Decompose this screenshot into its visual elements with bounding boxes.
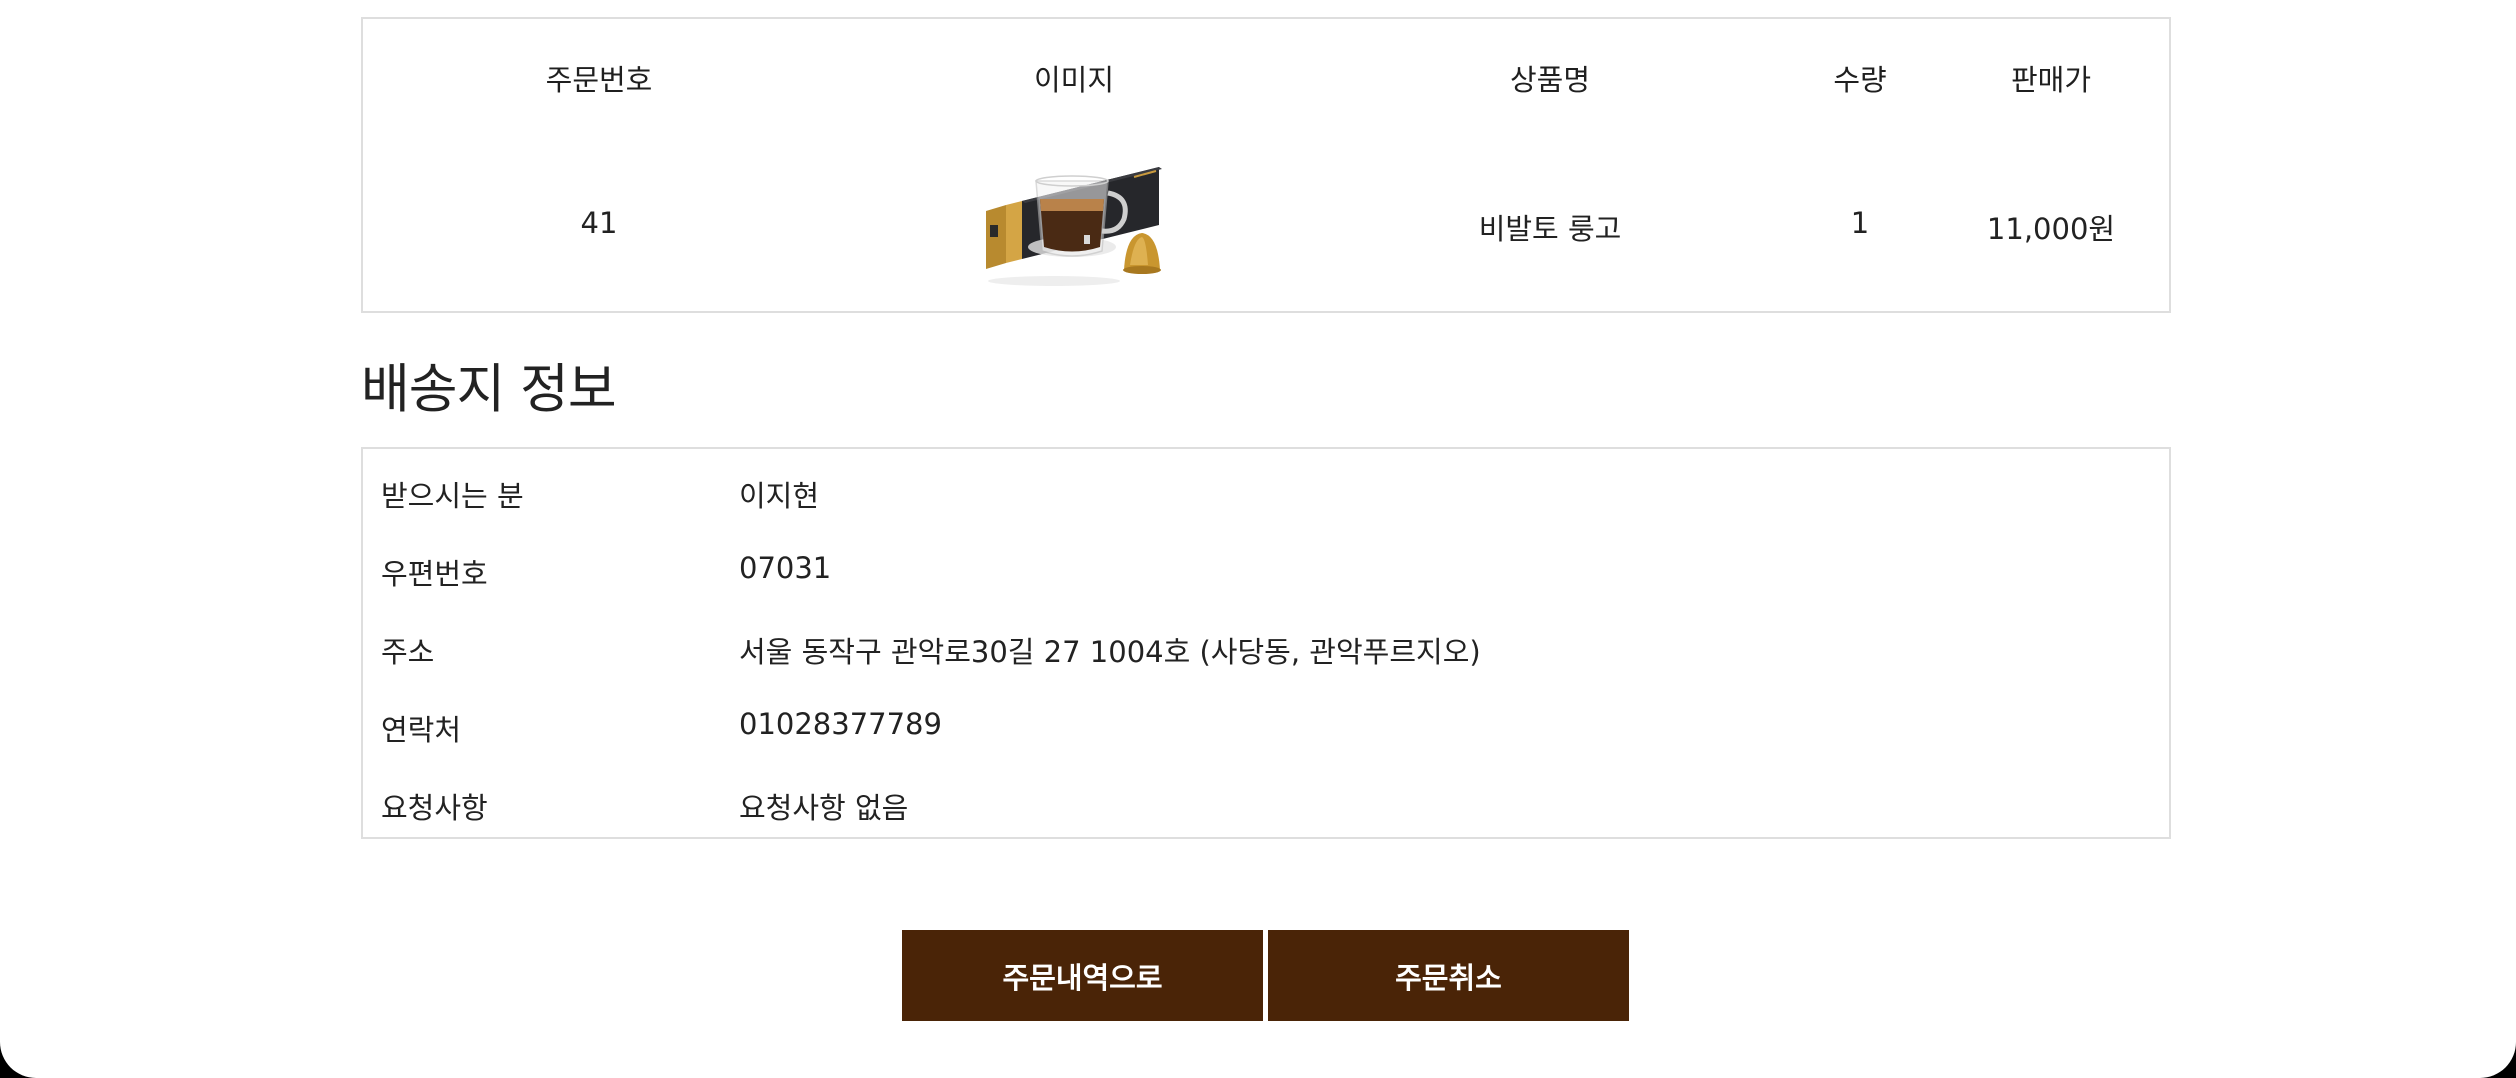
recipient-label: 받으시는 분 xyxy=(381,479,524,513)
header-image: 이미지 xyxy=(1033,63,1115,97)
shipping-row-recipient: 받으시는 분 이지현 xyxy=(363,451,2169,529)
shipping-row-postal-code: 우편번호 07031 xyxy=(363,529,2169,607)
request-value: 요청사항 없음 xyxy=(739,791,909,825)
header-price: 판매가 xyxy=(2010,63,2092,97)
header-order-number: 주문번호 xyxy=(545,63,653,97)
order-items-table: 주문번호 이미지 상품명 수량 판매가 41 비발토 룽고 1 11,000원 xyxy=(361,17,2171,313)
quantity-cell: 1 xyxy=(1850,206,1870,240)
product-image xyxy=(984,115,1163,294)
phone-label: 연락처 xyxy=(381,713,462,747)
shipping-row-phone: 연락처 01028377789 xyxy=(363,685,2169,763)
nespresso-capsule-icon xyxy=(986,167,1162,286)
recipient-value: 이지현 xyxy=(739,479,820,513)
order-history-button[interactable]: 주문내역으로 xyxy=(902,930,1263,1021)
header-quantity: 수량 xyxy=(1833,63,1887,97)
shipping-info-title: 배송지 정보 xyxy=(361,359,617,420)
order-detail-page: 주문번호 이미지 상품명 수량 판매가 41 비발토 룽고 1 11,000원 … xyxy=(0,0,2516,1078)
shipping-row-address: 주소 서울 동작구 관악로30길 27 1004호 (사당동, 관악푸르지오) xyxy=(363,607,2169,685)
price-cell: 11,000원 xyxy=(1986,212,2116,246)
postal-code-label: 우편번호 xyxy=(381,557,488,591)
cancel-order-button[interactable]: 주문취소 xyxy=(1268,930,1629,1021)
postal-code-value: 07031 xyxy=(739,551,832,585)
phone-value: 01028377789 xyxy=(739,707,942,741)
shipping-row-request: 요청사항 요청사항 없음 xyxy=(363,763,2169,841)
request-label: 요청사항 xyxy=(381,791,488,825)
order-number-cell: 41 xyxy=(580,206,618,240)
address-value: 서울 동작구 관악로30길 27 1004호 (사당동, 관악푸르지오) xyxy=(739,635,1481,669)
header-product-name: 상품명 xyxy=(1509,63,1591,97)
product-name-cell: 비발토 룽고 xyxy=(1478,212,1622,246)
address-label: 주소 xyxy=(381,635,435,669)
shipping-info-table: 받으시는 분 이지현 우편번호 07031 주소 서울 동작구 관악로30길 2… xyxy=(361,447,2171,839)
